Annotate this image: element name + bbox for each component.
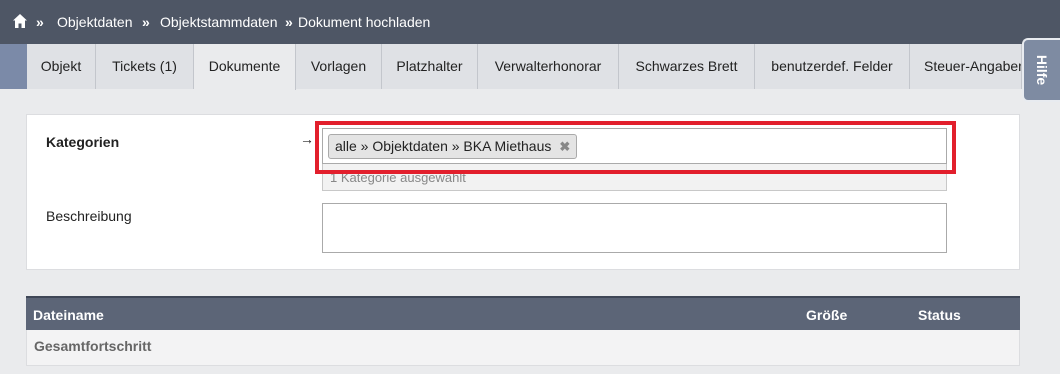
upload-form: Kategorien → alle » Objektdaten » BKA Mi… xyxy=(26,114,1020,270)
help-side-tab[interactable]: Hilfe xyxy=(1022,38,1060,102)
kategorien-label: Kategorien xyxy=(46,134,120,150)
tab-bar: Objekt Tickets (1) Dokumente Vorlagen Pl… xyxy=(0,44,1060,90)
tab-benutzerdef-felder[interactable]: benutzerdef. Felder xyxy=(755,44,910,89)
breadcrumb-separator: » xyxy=(285,14,293,30)
tab-bar-accent xyxy=(0,44,27,89)
tab-objekt[interactable]: Objekt xyxy=(27,44,96,89)
tab-schwarzes-brett[interactable]: Schwarzes Brett xyxy=(619,44,755,89)
home-icon[interactable] xyxy=(12,13,28,29)
beschreibung-label: Beschreibung xyxy=(46,208,132,224)
breadcrumb-objektdaten[interactable]: Objektdaten xyxy=(57,14,133,30)
breadcrumb-objektstammdaten[interactable]: Objektstammdaten xyxy=(160,14,278,30)
total-progress-label: Gesamtfortschritt xyxy=(34,338,152,354)
tab-verwalterhonorar[interactable]: Verwalterhonorar xyxy=(478,44,619,89)
help-label: Hilfe xyxy=(1034,54,1050,86)
breadcrumb-dokument-hochladen: Dokument hochladen xyxy=(298,14,431,30)
tab-steuer-angaben[interactable]: Steuer-Angaben xyxy=(910,44,1022,89)
tab-dokumente[interactable]: Dokumente xyxy=(194,44,296,90)
tab-tickets[interactable]: Tickets (1) xyxy=(96,44,194,89)
beschreibung-textarea[interactable] xyxy=(322,203,947,253)
upload-table: Dateiname Größe Status Gesamtfortschritt xyxy=(26,296,1020,374)
breadcrumb-separator: » xyxy=(36,14,44,30)
highlight-frame xyxy=(315,121,956,174)
column-status: Status xyxy=(918,307,961,323)
tab-platzhalter[interactable]: Platzhalter xyxy=(382,44,478,89)
table-row: Gesamtfortschritt xyxy=(26,330,1020,366)
arrow-right-icon: → xyxy=(300,131,314,147)
breadcrumb-separator: » xyxy=(142,14,150,30)
top-navigation-bar: » Objektdaten » Objektstammdaten » Dokum… xyxy=(0,0,1060,44)
column-dateiname: Dateiname xyxy=(33,307,104,323)
tab-vorlagen[interactable]: Vorlagen xyxy=(296,44,382,89)
table-header: Dateiname Größe Status xyxy=(26,296,1020,330)
column-groesse: Größe xyxy=(806,307,848,323)
